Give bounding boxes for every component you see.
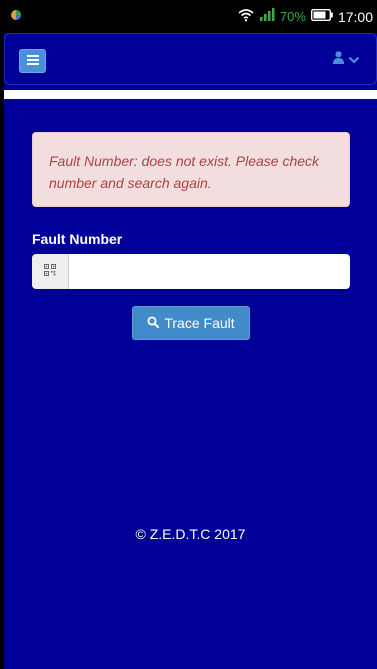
- wifi-icon: [238, 8, 254, 25]
- trace-fault-label: Trace Fault: [164, 315, 235, 331]
- trace-fault-button[interactable]: Trace Fault: [132, 306, 250, 340]
- battery-percent: 70%: [279, 9, 306, 24]
- app-notification-icon: [10, 8, 22, 26]
- hamburger-icon: [26, 52, 39, 70]
- search-icon: [147, 315, 160, 331]
- navbar: [4, 33, 377, 85]
- user-menu-dropdown[interactable]: [333, 51, 360, 69]
- fault-number-input-group: [32, 254, 350, 289]
- error-alert: Fault Number: does not exist. Please che…: [32, 132, 350, 207]
- fault-number-label: Fault Number: [32, 231, 123, 247]
- status-bar: 70% 17:00: [0, 0, 377, 33]
- qr-scan-addon[interactable]: [32, 254, 69, 289]
- header-divider: [4, 90, 377, 99]
- signal-icon: [259, 8, 275, 25]
- menu-toggle-button[interactable]: [19, 49, 46, 73]
- alert-message: Fault Number: does not exist. Please che…: [49, 153, 320, 191]
- battery-icon: [310, 8, 333, 24]
- user-icon: [333, 51, 344, 69]
- status-right: 70% 17:00: [238, 8, 373, 25]
- clock: 17:00: [337, 8, 373, 25]
- fault-number-input[interactable]: [69, 254, 350, 289]
- status-left: [10, 8, 22, 26]
- copyright-footer: © Z.E.D.T.C 2017: [135, 526, 246, 542]
- chevron-down-icon: [348, 51, 360, 69]
- qr-code-icon: [44, 263, 56, 281]
- app-frame: Fault Number: does not exist. Please che…: [4, 33, 377, 669]
